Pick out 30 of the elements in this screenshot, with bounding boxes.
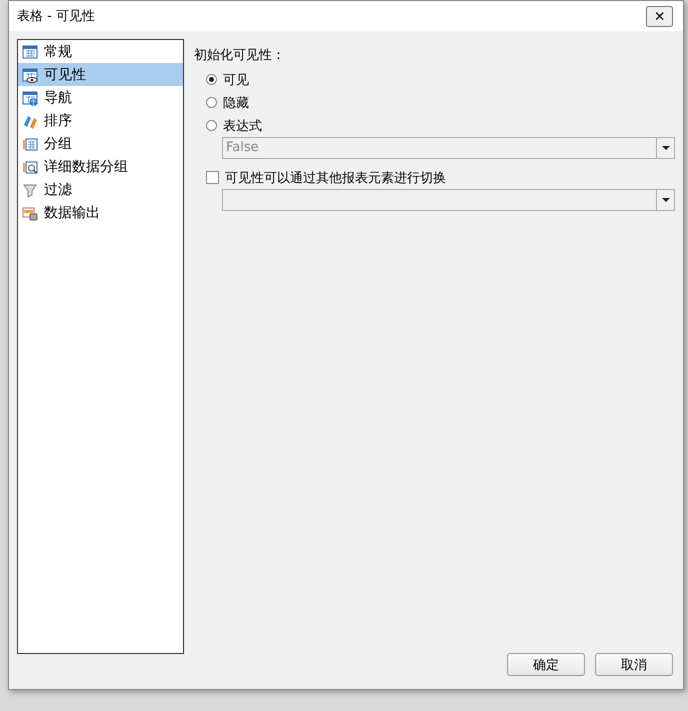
filter-icon: [22, 182, 38, 198]
table-globe-icon: [22, 90, 38, 106]
table-icon: [22, 44, 38, 60]
radio-label: 隐藏: [223, 94, 249, 112]
cancel-button[interactable]: 取消: [595, 653, 673, 676]
sidebar-item[interactable]: 分组: [18, 132, 183, 155]
sidebar-item[interactable]: 常规: [18, 40, 183, 63]
radio-label: 表达式: [223, 118, 262, 134]
sidebar-item[interactable]: 导航: [18, 86, 183, 109]
table-eye-icon: [22, 66, 38, 82]
radio-label: 可见: [223, 72, 249, 88]
sidebar-item[interactable]: 过滤: [18, 178, 183, 201]
checkbox-label: 可见性可以通过其他报表元素进行切换: [225, 170, 446, 186]
export-icon: [22, 204, 38, 220]
section-label: 初始化可见性：: [194, 47, 286, 64]
sidebar-item[interactable]: 数据输出: [18, 201, 183, 224]
radio-button[interactable]: [206, 120, 217, 131]
group-icon: [22, 136, 38, 152]
dropdown-arrow-icon: [662, 198, 670, 202]
radio-button[interactable]: [206, 97, 217, 108]
checkbox[interactable]: [206, 171, 219, 184]
radio-button[interactable]: [206, 74, 217, 85]
sidebar-item[interactable]: 排序: [18, 109, 183, 132]
dropdown-arrow-icon: [662, 146, 670, 150]
group-search-icon: [22, 158, 38, 174]
sidebar-item[interactable]: 详细数据分组: [18, 155, 183, 178]
dialog-title: 表格 - 可见性: [17, 8, 95, 25]
ok-button[interactable]: 确定: [507, 653, 585, 676]
close-button[interactable]: ✕: [646, 6, 673, 26]
sidebar-item[interactable]: 可见性: [18, 63, 183, 86]
